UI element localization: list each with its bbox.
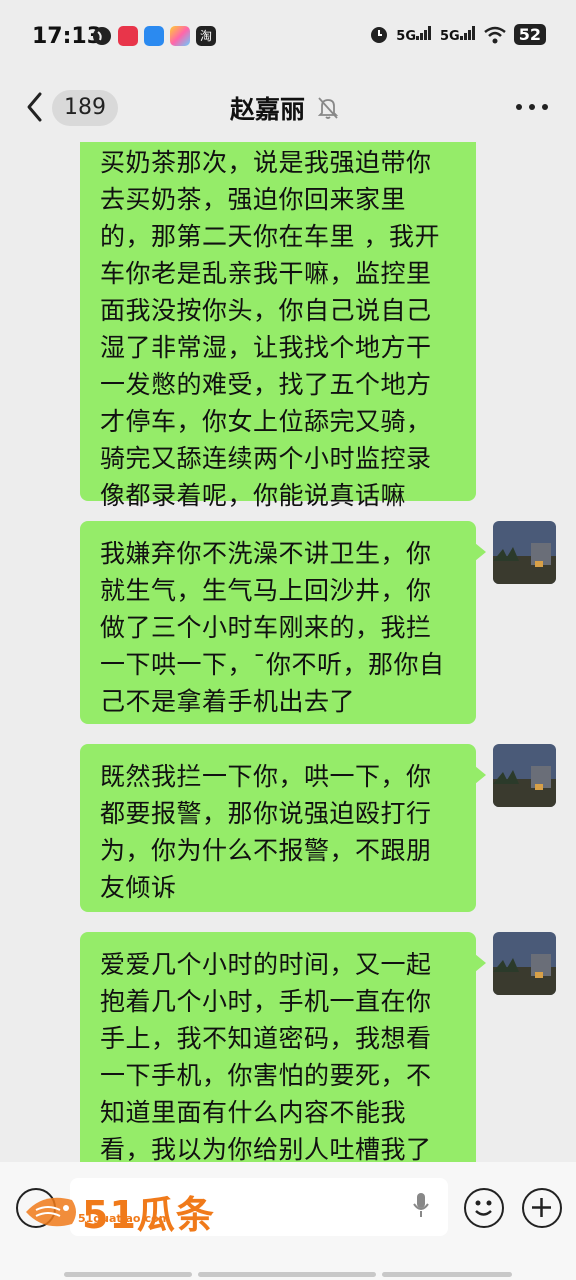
plus-icon (532, 1198, 551, 1217)
avatar[interactable] (493, 744, 556, 807)
message-text: 我嫌弃你不洗澡不讲卫生，你就生气，生气马上回沙井，你做了三个小时车刚来的，我拦一… (100, 539, 445, 716)
wifi-icon (483, 26, 506, 43)
unread-count-badge[interactable]: 189 (52, 90, 118, 126)
blue-app-icon (144, 26, 164, 46)
contact-name: 赵嘉丽 (230, 95, 306, 124)
message-text: 爱爱几个小时的时间，又一起抱着几个小时，手机一直在你手上，我不知道密码，我想看一… (100, 950, 432, 1162)
battery-indicator: 52 (513, 24, 546, 45)
message-text: 买奶茶那次，说是我强迫带你去买奶茶，强迫你回来家里的，那第二天你在车里 ，我开车… (100, 148, 440, 510)
message-bubble[interactable]: 爱爱几个小时的时间，又一起抱着几个小时，手机一直在你手上，我不知道密码，我想看一… (80, 932, 486, 1162)
alarm-icon (371, 26, 388, 43)
nav-gesture-bar (382, 1272, 512, 1277)
avatar-photo-icon (493, 932, 556, 995)
notification-icons: 淘 (92, 26, 216, 46)
avatar-photo-icon (493, 521, 556, 584)
system-icons: 5G 5G 52 (370, 24, 546, 45)
message-list[interactable]: 买奶茶那次，说是我强迫带你去买奶茶，强迫你回来家里的，那第二天你在车里 ，我开车… (0, 142, 576, 1162)
colorful-app-icon (170, 26, 190, 46)
message-bubble[interactable]: 我嫌弃你不洗澡不讲卫生，你就生气，生气马上回沙井，你做了三个小时车刚来的，我拦一… (80, 521, 486, 724)
red-app-icon (118, 26, 138, 46)
mic-icon[interactable] (412, 1192, 430, 1220)
emoji-button[interactable] (464, 1188, 504, 1228)
message-text: 既然我拦一下你，哄一下，你都要报警，那你说强迫殴打行为，你为什么不报警，不跟朋友… (100, 762, 432, 902)
taobao-icon: 淘 (196, 26, 216, 46)
signal-5g-2: 5G (440, 25, 476, 44)
back-chevron-icon[interactable] (22, 90, 52, 124)
nav-gesture-bar (64, 1272, 192, 1277)
more-icon[interactable] (516, 104, 548, 110)
avatar-photo-icon (493, 744, 556, 807)
avatar[interactable] (493, 521, 556, 584)
status-bar: 17:13 淘 5G 5G 52 (0, 0, 576, 76)
input-bar: 51瓜条 51guatiao.com (0, 1162, 576, 1280)
nav-gesture-bar (198, 1272, 376, 1277)
mute-bell-icon (317, 97, 339, 119)
chat-title: 赵嘉丽 (230, 90, 339, 126)
avatar[interactable] (493, 932, 556, 995)
message-bubble[interactable]: 买奶茶那次，说是我强迫带你去买奶茶，强迫你回来家里的，那第二天你在车里 ，我开车… (80, 142, 476, 510)
chat-header: 189 赵嘉丽 (0, 76, 576, 142)
smiley-icon (475, 1200, 492, 1216)
signal-5g-1: 5G (396, 25, 432, 44)
fish-logo-icon (26, 1197, 76, 1226)
message-bubble[interactable]: 既然我拦一下你，哄一下，你都要报警，那你说强迫殴打行为，你为什么不报警，不跟朋友… (80, 744, 486, 912)
more-functions-button[interactable] (522, 1188, 562, 1228)
globe-icon (93, 27, 111, 45)
watermark-url: 51guatiao.com (78, 1212, 171, 1225)
